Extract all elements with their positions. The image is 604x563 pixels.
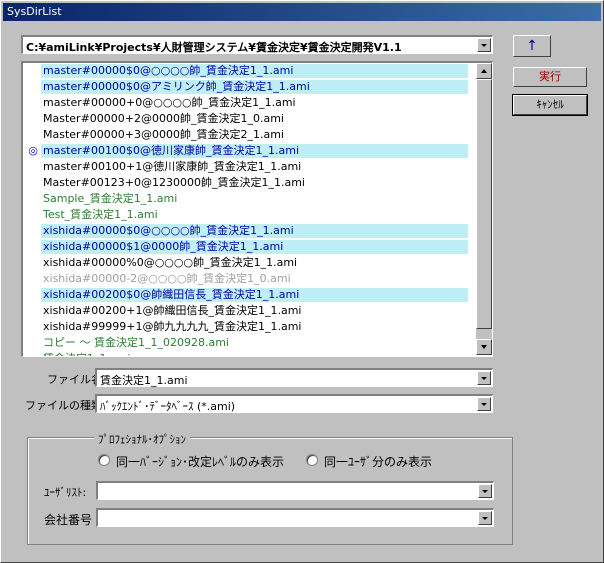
file-list-rows: master#00000$0@○○○○帥_賃金決定1_1.ami master#0… [23, 63, 471, 356]
cancel-button-label: ｷｬﾝｾﾙ [536, 98, 564, 111]
scroll-down-icon[interactable] [476, 339, 492, 355]
file-name-text: 賃金決定1_1.ami [43, 351, 131, 356]
file-list-item[interactable]: 賃金決定1_1.ami [23, 351, 471, 356]
chevron-down-icon[interactable] [478, 511, 492, 525]
chevron-down-icon[interactable] [477, 38, 491, 52]
file-name-text: Master#00000+2@0000帥_賃金決定1_0.ami [43, 112, 284, 125]
file-list-item[interactable]: xishida#00000%0@○○○○帥_賃金決定1_1.ami [23, 255, 471, 271]
chevron-down-icon[interactable] [477, 397, 491, 411]
scroll-up-icon[interactable] [476, 63, 492, 79]
file-name-text: Master#00000+3@0000帥_賃金決定2_1.ami [43, 128, 284, 141]
file-name-text: xishida#00000%0@○○○○帥_賃金決定1_1.ami [43, 256, 298, 269]
file-name-text: Sample_賃金決定1_1.ami [43, 192, 178, 205]
radio-same-version[interactable] [98, 454, 110, 466]
file-type-label: ファイルの種類: [25, 399, 106, 412]
file-name-combo[interactable]: 賃金決定1_1.ami [95, 368, 493, 387]
file-name-text: xishida#00200+1@帥織田信長_賃金決定1_1.ami [43, 304, 302, 317]
file-list-scrollbar[interactable] [476, 63, 492, 355]
chevron-down-icon[interactable] [477, 371, 491, 385]
file-name-text: master#00000+0@○○○○帥_賃金決定1_1.ami [43, 96, 296, 109]
file-type-combo[interactable]: ﾊﾞｯｸｴﾝﾄﾞ･ﾃﾞｰﾀﾍﾞｰｽ (*.ami) [95, 394, 493, 413]
chevron-down-icon[interactable] [478, 484, 492, 498]
file-name-text: master#00000$0@アミリンク帥_賃金決定1_1.ami [43, 80, 310, 93]
professional-options-legend: ﾌﾟﾛﾌｪｼｮﾅﾙ･ｵﾌﾟｼｮﾝ [94, 431, 190, 447]
file-list-item[interactable]: コピー ～ 賃金決定1_1_020928.ami [23, 335, 471, 351]
path-combo-value: C:¥amiLink¥Projects¥人財管理システム¥賃金決定¥賃金決定開発… [26, 41, 402, 54]
file-list-item[interactable]: xishida#00200$0@帥織田信長_賃金決定1_1.ami [23, 287, 471, 303]
file-list-item[interactable]: Sample_賃金決定1_1.ami [23, 191, 471, 207]
file-list-item[interactable]: Master#00123+0@1230000帥_賃金決定1_1.ami [23, 175, 471, 191]
up-arrow-icon: ↑ [526, 38, 538, 54]
file-list-item[interactable]: Master#00000+2@0000帥_賃金決定1_0.ami [23, 111, 471, 127]
sysdirlist-window: SysDirList C:¥amiLink¥Projects¥人財管理システム¥… [0, 0, 604, 563]
window-title: SysDirList [7, 5, 62, 18]
radio-same-user-label[interactable]: 同一ﾕｰｻﾞ分のみ表示 [324, 453, 432, 470]
radio-same-user[interactable] [306, 454, 318, 466]
file-name-text: xishida#99999+1@帥九九九九_賃金決定1_1.ami [43, 320, 302, 333]
user-list-label: ﾕｰｻﾞﾘｽﾄ: [44, 486, 87, 499]
file-name-text: master#00100$0@徳川家康帥_賃金決定1_1.ami [43, 144, 300, 157]
file-list-item[interactable]: xishida#00200+1@帥織田信長_賃金決定1_1.ami [23, 303, 471, 319]
file-name-text: xishida#00000$0@○○○○帥_賃金決定1_1.ami [43, 224, 294, 237]
file-name-text: Test_賃金決定1_1.ami [43, 208, 158, 221]
file-name-value: 賃金決定1_1.ami [100, 374, 188, 387]
file-list-item[interactable]: xishida#00000-2@○○○○帥_賃金決定1_0.ami [23, 271, 471, 287]
file-list-item[interactable]: ◎ master#00100$0@徳川家康帥_賃金決定1_1.ami [23, 143, 471, 159]
file-list-item[interactable]: master#00100+1@徳川家康帥_賃金決定1_1.ami [23, 159, 471, 175]
file-name-text: master#00100+1@徳川家康帥_賃金決定1_1.ami [43, 160, 302, 173]
file-list-item[interactable]: xishida#99999+1@帥九九九九_賃金決定1_1.ami [23, 319, 471, 335]
run-button-label: 実行 [539, 70, 561, 83]
radio-same-version-label[interactable]: 同一ﾊﾞｰｼﾞｮﾝ･改定ﾚﾍﾞﾙのみ表示 [116, 453, 284, 470]
file-list-item[interactable]: xishida#00000$0@○○○○帥_賃金決定1_1.ami [23, 223, 471, 239]
file-list-item[interactable]: master#00000$0@アミリンク帥_賃金決定1_1.ami [23, 79, 471, 95]
current-file-marker-icon: ◎ [28, 144, 38, 157]
up-folder-button[interactable]: ↑ [513, 35, 551, 57]
file-list-item[interactable]: master#00000$0@○○○○帥_賃金決定1_1.ami [23, 63, 471, 79]
title-bar: SysDirList [3, 3, 601, 21]
file-name-text: コピー ～ 賃金決定1_1_020928.ami [43, 336, 229, 349]
file-list-item[interactable]: Master#00000+3@0000帥_賃金決定2_1.ami [23, 127, 471, 143]
run-button[interactable]: 実行 [513, 67, 587, 87]
file-list-item[interactable]: master#00000+0@○○○○帥_賃金決定1_1.ami [23, 95, 471, 111]
company-number-label: 会社番号 [44, 513, 93, 527]
file-name-text: xishida#00200$0@帥織田信長_賃金決定1_1.ami [43, 288, 300, 301]
scroll-thumb[interactable] [476, 79, 492, 329]
cancel-button[interactable]: ｷｬﾝｾﾙ [512, 94, 588, 116]
file-list-item[interactable]: xishida#00000$1@0000帥_賃金決定1_1.ami [23, 239, 471, 255]
file-name-text: Master#00123+0@1230000帥_賃金決定1_1.ami [43, 176, 305, 189]
professional-options-group: ﾌﾟﾛﾌｪｼｮﾅﾙ･ｵﾌﾟｼｮﾝ 同一ﾊﾞｰｼﾞｮﾝ･改定ﾚﾍﾞﾙのみ表示 同一… [27, 431, 513, 545]
path-combo[interactable]: C:¥amiLink¥Projects¥人財管理システム¥賃金決定¥賃金決定開発… [21, 35, 493, 54]
user-list-combo[interactable] [96, 481, 494, 500]
file-name-text: xishida#00000$1@0000帥_賃金決定1_1.ami [43, 240, 284, 253]
file-type-value: ﾊﾞｯｸｴﾝﾄﾞ･ﾃﾞｰﾀﾍﾞｰｽ (*.ami) [100, 400, 236, 413]
file-list[interactable]: master#00000$0@○○○○帥_賃金決定1_1.ami master#0… [21, 61, 493, 357]
file-list-item[interactable]: Test_賃金決定1_1.ami [23, 207, 471, 223]
company-number-combo[interactable] [96, 508, 494, 527]
file-name-text: master#00000$0@○○○○帥_賃金決定1_1.ami [43, 64, 294, 77]
file-name-text: xishida#00000-2@○○○○帥_賃金決定1_0.ami [43, 272, 291, 285]
